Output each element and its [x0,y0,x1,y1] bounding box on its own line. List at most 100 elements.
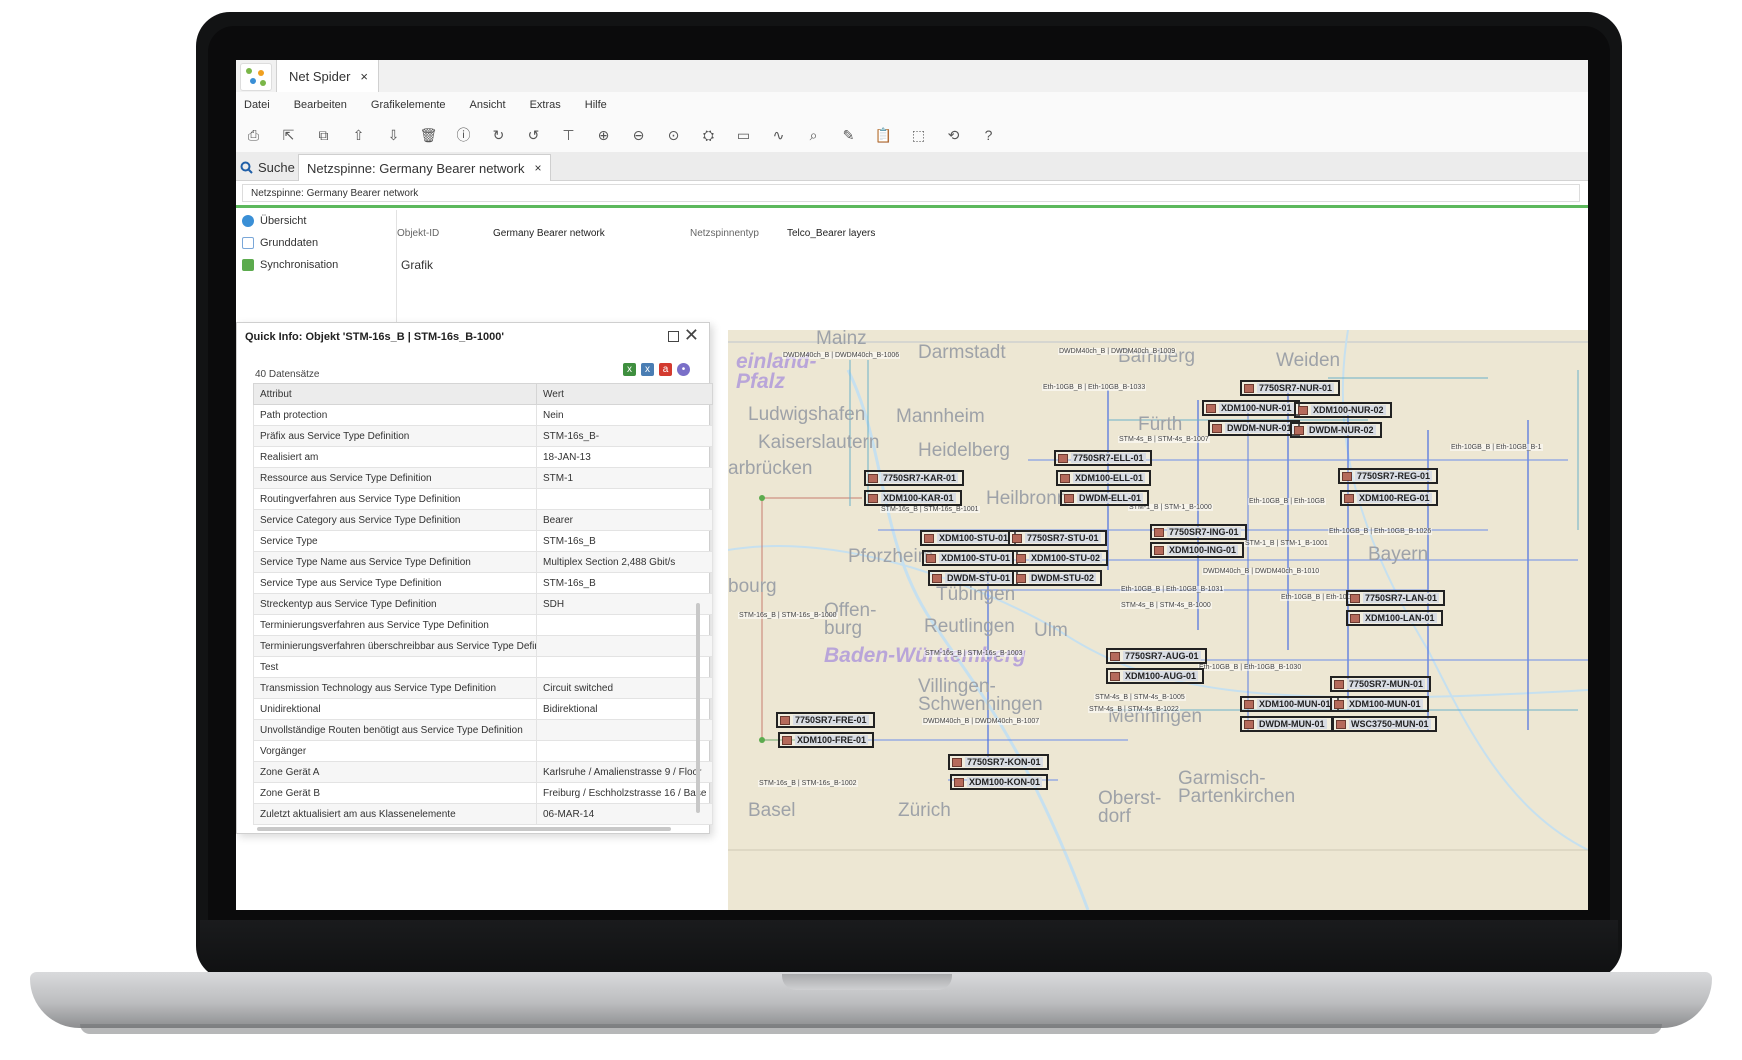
table-row[interactable]: Unvollständige Routen benötigt aus Servi… [253,719,714,741]
network-node[interactable]: WSC3750-MUN-01 [1332,716,1437,732]
zoom-out-icon[interactable]: ⊖ [621,118,656,152]
network-node[interactable]: 7750SR7-STU-01 [1008,530,1107,546]
map-link-label[interactable]: DWDM40ch_B | DWDM40ch_B-1007 [922,718,1041,725]
route-icon[interactable]: ∿ [761,118,796,152]
nav-item-synchronisation[interactable]: Synchronisation [236,254,396,276]
table-row[interactable]: Ressource aus Service Type Definition STM… [253,467,714,489]
network-node[interactable]: DWDM-STU-02 [1012,570,1102,586]
table-row[interactable]: Terminierungsverfahren aus Service Type … [253,614,714,636]
network-node[interactable]: XDM100-MUN-01 [1330,696,1429,712]
map-link-label[interactable]: DWDM40ch_B | DWDM40ch_B-1010 [1202,568,1321,575]
map-link-label[interactable]: DWDM40ch_B | DWDM40ch_B-1006 [782,352,901,359]
map-link-label[interactable]: STM-16s_B | STM-16s_B-1000 [738,612,838,619]
network-node[interactable]: 7750SR7-MUN-01 [1330,676,1432,692]
network-node[interactable]: XDM100-MUN-01 [1240,696,1339,712]
zoom-in-icon[interactable]: ⊕ [586,118,621,152]
network-node[interactable]: XDM100-KON-01 [950,774,1049,790]
network-node[interactable]: XDM100-STU-01 [922,550,1019,566]
map-link-label[interactable]: Eth-10GB_B | Eth-10GB [1248,498,1326,505]
map-link-label[interactable]: STM-4s_B | STM-4s_B-1022 [1088,706,1180,713]
menu-bearbeiten[interactable]: Bearbeiten [286,99,363,111]
table-row[interactable]: Streckentyp aus Service Type Definition S… [253,593,714,615]
layout-icon[interactable]: ⊤ [551,118,586,152]
zoom-fit-icon[interactable]: ⊙ [656,118,691,152]
export-icon[interactable]: ⇱ [271,118,306,152]
table-row[interactable]: Service Type aus Service Type Definition… [253,572,714,594]
map-link-label[interactable]: Eth-10GB_B | Eth-10GB_B-1030 [1198,664,1303,671]
network-node[interactable]: DWDM-NUR-01 [1208,420,1300,436]
table-row[interactable]: Terminierungsverfahren überschreibbar au… [253,635,714,657]
network-node[interactable]: XDM100-REG-01 [1340,490,1438,506]
close-icon[interactable]: × [534,161,541,175]
map-link-label[interactable]: Eth-10GB_B | Eth-10GB_B-1031 [1120,586,1225,593]
network-node[interactable]: XDM100-STU-02 [1012,550,1109,566]
excel-export-all-icon[interactable]: x [641,363,654,376]
map-link-label[interactable]: STM-4s_B | STM-4s_B-1007 [1118,436,1210,443]
help-icon[interactable]: ? [971,118,1006,152]
table-row[interactable]: Unidirektional Bidirektional [253,698,714,720]
map-link-label[interactable]: Eth-10GB_B | Eth-10GB_B-1026 [1328,528,1433,535]
map-link-label[interactable]: STM-4s_B | STM-4s_B-1005 [1094,694,1186,701]
close-icon[interactable]: × [360,69,368,84]
network-node[interactable]: XDM100-AUG-01 [1106,668,1205,684]
vertical-scrollbar[interactable] [696,603,700,813]
network-node[interactable]: XDM100-LAN-01 [1346,610,1443,626]
network-node[interactable]: XDM100-NUR-01 [1202,400,1300,416]
network-node[interactable]: 7750SR7-NUR-01 [1240,380,1341,396]
tab-netzspinne[interactable]: Netzspinne: Germany Bearer network × [298,154,551,181]
maximize-icon[interactable] [668,331,679,342]
table-row[interactable]: Zone Gerät B Freiburg / Eschholzstrasse 1… [253,782,714,804]
nav-item-uebersicht[interactable]: Übersicht [236,210,396,232]
network-node[interactable]: XDM100-NUR-02 [1294,402,1392,418]
network-map[interactable]: Mainz Darmstadt Bamberg Weiden Ludwigshafen M… [728,330,1588,910]
network-node[interactable]: 7750SR7-FRE-01 [776,712,875,728]
table-row[interactable]: Vorgänger [253,740,714,762]
table-row[interactable]: Test [253,656,714,678]
menu-extras[interactable]: Extras [522,99,577,111]
nav-item-grunddaten[interactable]: Grunddaten [236,232,396,254]
table-row[interactable]: Zuletzt aktualisiert am aus Klasseneleme… [253,803,714,825]
network-node[interactable]: 7750SR7-REG-01 [1338,468,1439,484]
column-header-attribut[interactable]: Attribut [253,383,537,405]
network-node[interactable]: 7750SR7-AUG-01 [1106,648,1207,664]
map-link-label[interactable]: STM-4s_B | STM-4s_B-1000 [1120,602,1212,609]
group-icon[interactable]: ⛭ [691,118,726,152]
map-link-label[interactable]: DWDM40ch_B | DWDM40ch_B-1009 [1058,348,1177,355]
copy-icon[interactable]: ⧉ [306,118,341,152]
network-node[interactable]: XDM100-FRE-01 [778,732,875,748]
map-link-label[interactable]: STM-16s_B | STM-16s_B-1002 [758,780,858,787]
map-link-label[interactable]: STM-1_B | STM-1_B-1001 [1244,540,1329,547]
column-header-wert[interactable]: Wert [535,383,714,405]
close-icon[interactable]: ✕ [684,325,699,346]
settings-icon[interactable]: • [677,363,690,376]
network-node[interactable]: 7750SR7-KON-01 [948,754,1049,770]
table-row[interactable]: Service Category aus Service Type Defini… [253,509,714,531]
network-logo-icon[interactable] [240,63,272,91]
select-icon[interactable]: ⬚ [901,118,936,152]
network-node[interactable]: 7750SR7-ELL-01 [1054,450,1152,466]
menu-ansicht[interactable]: Ansicht [462,99,522,111]
menu-datei[interactable]: Datei [236,99,286,111]
map-link-label[interactable]: STM-16s_B | STM-16s_B-1001 [880,506,980,513]
search-node-icon[interactable]: ⌕ [796,118,831,152]
clipboard-icon[interactable]: 📋 [866,118,901,152]
network-node[interactable]: DWDM-MUN-01 [1240,716,1333,732]
network-node[interactable]: XDM100-STU-01 [920,530,1017,546]
map-link-label[interactable]: Eth-10GB_B | Eth-10GB_B-1 [1450,444,1543,451]
network-node[interactable]: 7750SR7-LAN-01 [1346,590,1446,606]
network-node[interactable]: DWDM-NUR-02 [1290,422,1382,438]
menu-grafikelemente[interactable]: Grafikelemente [363,99,462,111]
map-link-label[interactable]: Eth-10GB_B | Eth-10GB_B-1033 [1042,384,1147,391]
import-icon[interactable]: ⇩ [376,118,411,152]
pdf-export-icon[interactable]: a [659,363,672,376]
draw-icon[interactable]: ✎ [831,118,866,152]
menu-hilfe[interactable]: Hilfe [577,99,623,111]
info-icon[interactable]: ⓘ [446,118,481,152]
table-row[interactable]: Realisiert am 18-JAN-13 [253,446,714,468]
horizontal-scrollbar[interactable] [257,827,671,831]
sync-icon[interactable]: ⟲ [936,118,971,152]
refresh-zoom-icon[interactable]: ↻ [481,118,516,152]
frame-icon[interactable]: ▭ [726,118,761,152]
table-row[interactable]: Präfix aus Service Type Definition STM-16… [253,425,714,447]
network-node[interactable]: 7750SR7-ING-01 [1150,524,1247,540]
